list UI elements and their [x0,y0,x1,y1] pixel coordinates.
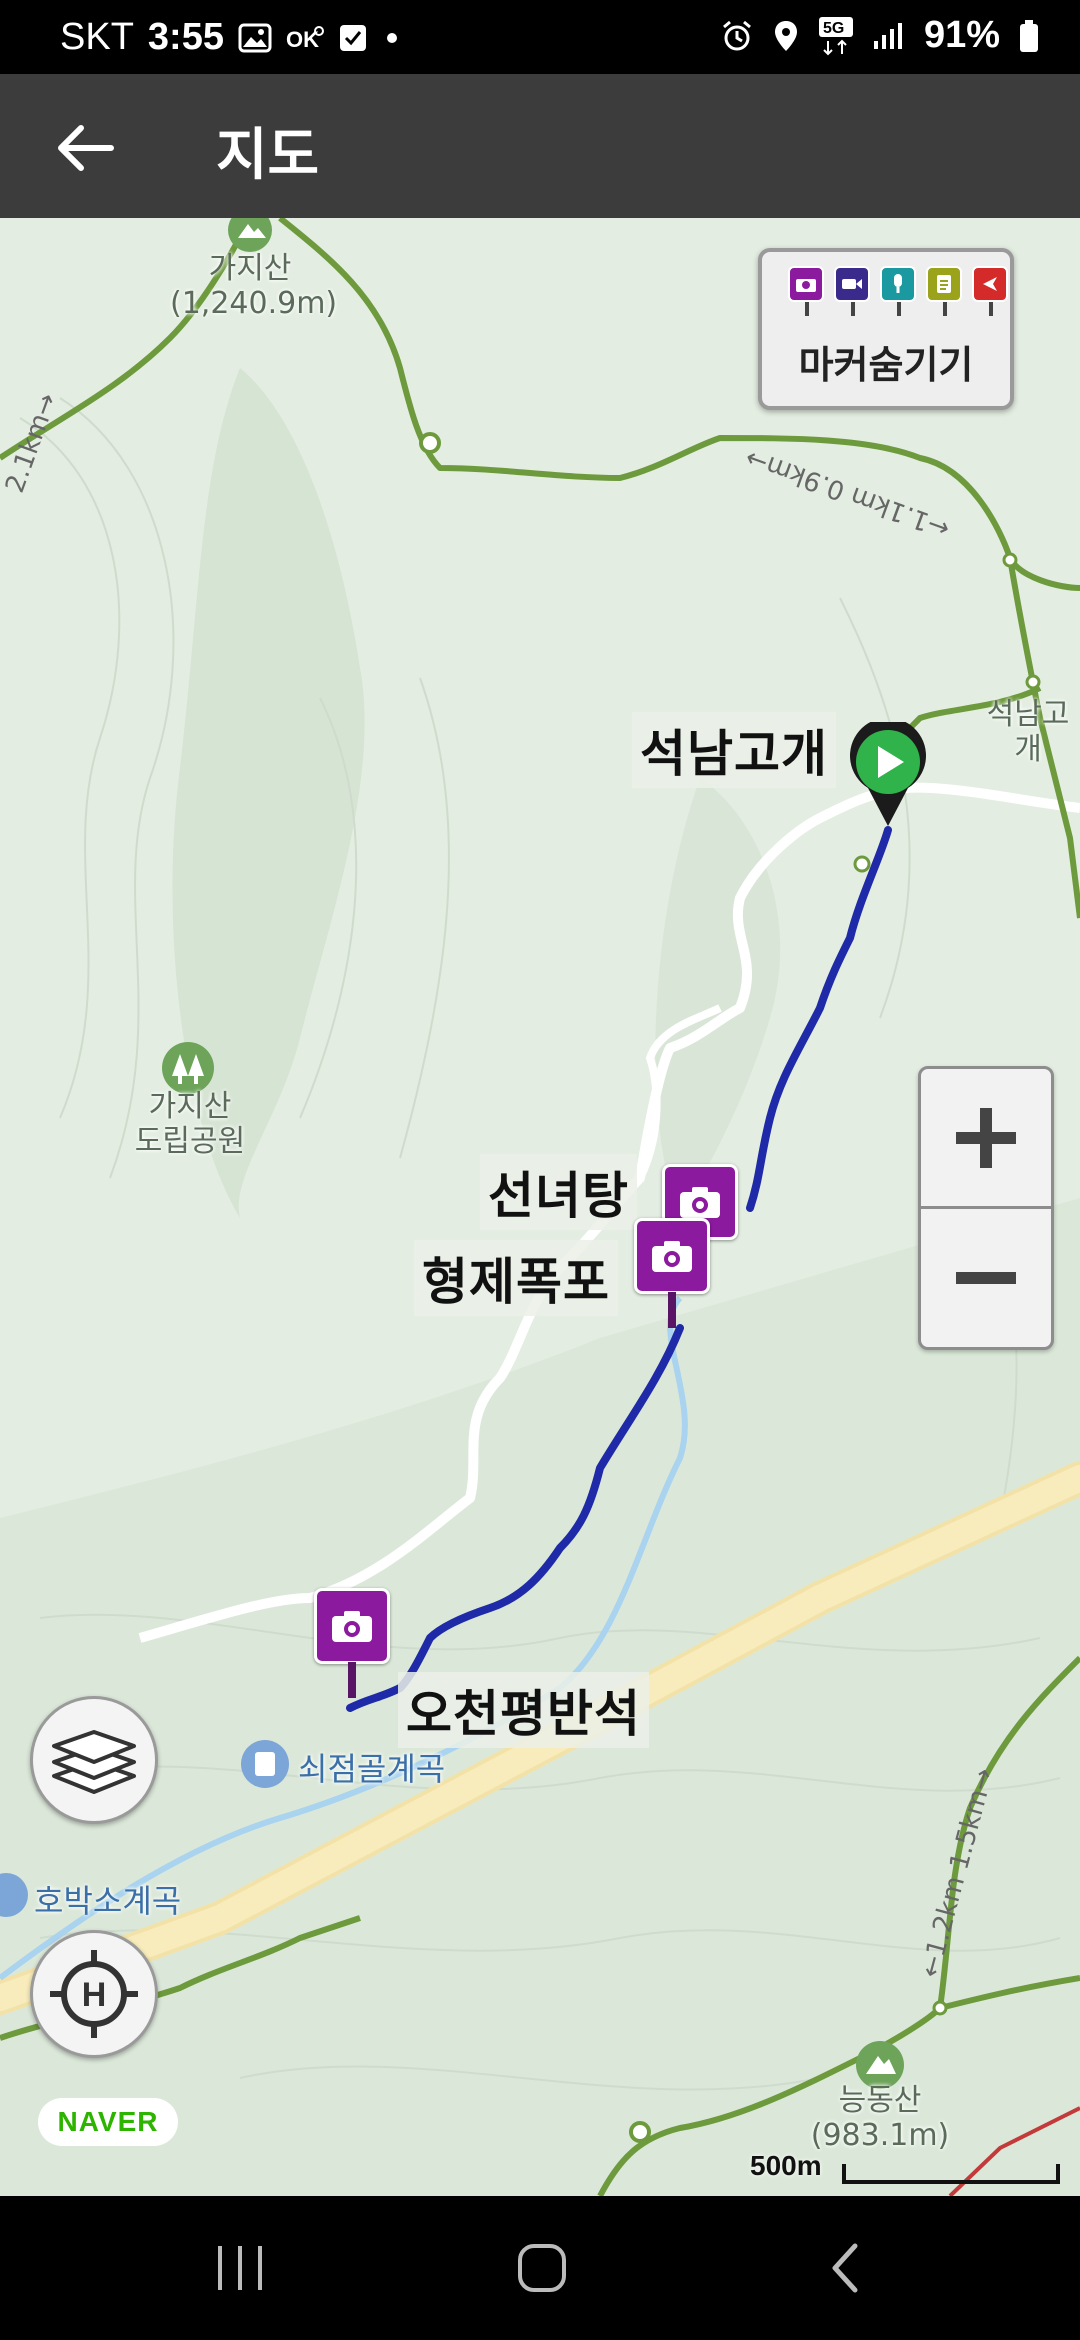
photo-marker-hyeongje-pokpo[interactable] [634,1218,710,1334]
network-5g-icon: 5G [818,16,854,56]
ok-cashbag-icon: OK [286,23,324,53]
audio-marker-pin-icon [880,266,918,316]
camera-icon [680,1187,720,1218]
app-bar: 지도 [0,74,1080,218]
start-flag-marker[interactable] [846,717,930,830]
map-view[interactable]: 가지산 (1,240.9m) 가지산 도립공원 능동산 (983.1m) 석남고… [0,218,1080,2196]
map-layers-button[interactable] [30,1696,158,1824]
page-title: 지도 [216,123,320,188]
photo-marker-pin-icon [788,266,826,316]
peak-name: 가지산 [208,251,292,286]
peak-label-neungdongsan: 능동산 (983.1m) [800,2083,960,2153]
naver-logo: NAVER [38,2098,178,2146]
peak-elevation: (1,240.9m) [170,285,338,321]
scale-line [842,2164,1060,2184]
park-name-line1: 가지산 [148,1089,232,1124]
memo-marker-pin-icon [926,266,964,316]
poi-label-seoknam-gogae: 석남고개 [632,712,836,788]
layers-icon [52,1730,136,1794]
status-bar: SKT 3:55 OK 5G 91% [0,0,1080,74]
mountain-icon-neungdongsan [856,2041,904,2089]
hide-markers-button[interactable]: 마커숨기기 [758,248,1014,410]
battery-icon [1018,19,1040,53]
minus-icon [956,1272,1016,1284]
back-button[interactable] [40,108,130,188]
camera-icon [652,1241,692,1272]
peak-elevation: (983.1m) [810,2117,950,2153]
poi-label-ocheon-pyeongbanseok: 오천평반석 [398,1672,649,1748]
recent-apps-icon [218,2246,262,2290]
video-marker-pin-icon [834,266,872,316]
poi-label-hyeongje-pokpo: 형제폭포 [414,1240,618,1316]
system-nav-bar [0,2196,1080,2340]
zoom-in-button[interactable] [921,1069,1051,1207]
crosshair-home-icon: H [50,1950,138,2038]
camera-icon [332,1611,372,1642]
peak-name: 능동산 [838,2083,922,2118]
signal-icon [872,21,906,51]
back-icon [832,2243,858,2293]
park-label: 가지산 도립공원 [110,1089,270,1159]
zoom-out-button[interactable] [921,1209,1051,1347]
hide-markers-label: 마커숨기기 [798,343,974,387]
valley-label-hobakso: 호박소계곡 [34,1882,182,1920]
valley-label-soejeomgol: 쇠점골계곡 [298,1750,446,1788]
zoom-controls [918,1066,1054,1350]
flag-marker-pin-icon [972,266,1010,316]
dot-icon [382,23,402,53]
valley-icon-soejeomgol [241,1740,289,1788]
park-name-line2: 도립공원 [134,1123,246,1159]
marker-legend [788,266,1010,316]
park-icon [162,1042,214,1094]
home-button[interactable] [492,2232,592,2304]
svg-text:H: H [82,1976,107,2014]
gallery-icon [238,23,272,53]
battery-percent: 91% [923,14,1000,56]
plus-icon [956,1108,1016,1168]
peak-label-gajisan: 가지산 (1,240.9m) [170,251,338,321]
photo-marker-ocheon-pyeongbanseok[interactable] [314,1588,390,1704]
poi-label-seonnyeotang: 선녀탕 [480,1154,637,1230]
alarm-icon [720,19,754,53]
play-pin-icon [850,717,926,826]
home-icon [518,2244,566,2292]
clock: 3:55 [147,16,224,58]
location-icon [772,19,800,53]
recent-apps-button[interactable] [190,2232,290,2304]
network-type: 5G [823,20,844,37]
arrow-left-icon [58,125,114,171]
checkbox-icon [338,23,368,53]
my-location-button[interactable]: H [30,1930,158,2058]
place-label-seoknam-right: 석남고개 [986,697,1070,767]
system-back-button[interactable] [796,2232,896,2304]
carrier-label: SKT [60,16,134,58]
map-scale-bar: 500m [750,2150,1070,2190]
